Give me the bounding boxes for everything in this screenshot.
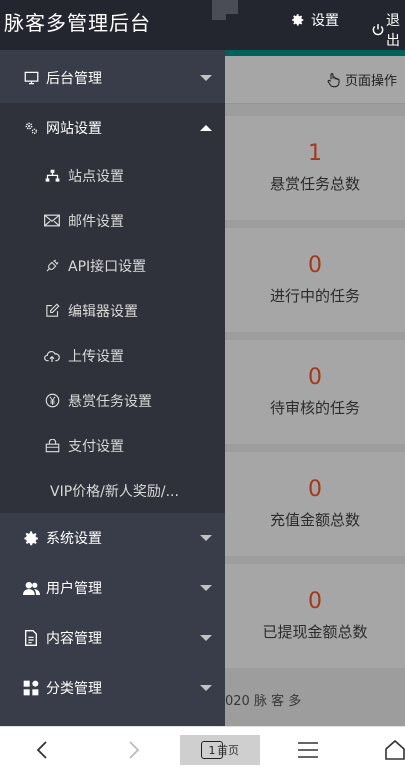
- submenu-item-site-settings[interactable]: 站点设置: [0, 153, 225, 198]
- plug-icon: [44, 258, 60, 274]
- submenu-item-editor-settings[interactable]: 编辑器设置: [0, 288, 225, 333]
- stat-value: 0: [308, 253, 322, 278]
- submenu-item-label: VIP价格/新人奖励/...: [50, 483, 179, 500]
- cloud-upload-icon: [44, 348, 60, 364]
- menu-button[interactable]: [295, 735, 321, 765]
- stat-label: 待审核的任务: [269, 399, 360, 417]
- sidebar-item-website-settings[interactable]: 网站设置: [0, 103, 225, 153]
- sidebar-item-label: 用户管理: [46, 581, 102, 597]
- sidebar-item-category-management[interactable]: 分类管理: [0, 663, 225, 713]
- gear-icon: [290, 12, 306, 28]
- document-icon: [22, 629, 40, 647]
- header-decoration: [212, 0, 238, 14]
- caret-down-icon: [200, 635, 212, 641]
- hand-pointer-icon: [327, 72, 340, 87]
- sidebar-item-label: 内容管理: [46, 631, 102, 647]
- gears-icon: [22, 119, 40, 137]
- sidebar-item-label: 网站设置: [46, 121, 102, 137]
- bag-icon: [44, 438, 60, 454]
- stat-card: 0 进行中的任务: [225, 228, 405, 332]
- submenu-item-label: API接口设置: [68, 258, 147, 275]
- mail-icon: [44, 213, 60, 229]
- top-header: 脉客多管理后台 设置 退出: [0, 0, 405, 50]
- chevron-right-icon: [129, 741, 140, 759]
- hamburger-icon: [298, 742, 318, 758]
- logout-label: 退出: [386, 13, 400, 49]
- forward-button[interactable]: [122, 735, 146, 765]
- caret-up-icon: [200, 125, 212, 131]
- apps-icon: [22, 679, 40, 697]
- submenu-item-mail-settings[interactable]: 邮件设置: [0, 198, 225, 243]
- sidebar: 后台管理 网站设置 站点设置 邮件设置 API接口设置 编辑器设置 上传设置 悬…: [0, 50, 225, 726]
- submenu-item-bounty-settings[interactable]: 悬赏任务设置: [0, 378, 225, 423]
- caret-down-icon: [200, 685, 212, 691]
- users-icon: [22, 579, 40, 597]
- sidebar-item-label: 后台管理: [46, 71, 102, 87]
- caret-down-icon: [200, 535, 212, 541]
- logout-nav[interactable]: 退出: [371, 10, 405, 50]
- stat-card: 0 已提现金额总数: [225, 564, 405, 668]
- submenu-item-payment-settings[interactable]: 支付设置: [0, 423, 225, 468]
- page-operations-label: 页面操作: [344, 74, 397, 89]
- caret-down-icon: [200, 585, 212, 591]
- stat-value: 0: [308, 365, 322, 390]
- page-operations-button[interactable]: 页面操作: [325, 70, 397, 89]
- submenu-item-label: 上传设置: [68, 348, 124, 365]
- yen-icon: [44, 393, 60, 409]
- sidebar-item-system-settings[interactable]: 系统设置: [0, 513, 225, 563]
- home-button[interactable]: [383, 735, 405, 765]
- gear-icon: [22, 529, 40, 547]
- stat-label: 进行中的任务: [269, 287, 360, 305]
- edit-icon: [44, 303, 60, 319]
- stat-label: 充值金额总数: [269, 511, 360, 529]
- stat-card: 0 待审核的任务: [225, 340, 405, 444]
- home-icon: [385, 739, 405, 760]
- submenu-item-label: 支付设置: [68, 438, 124, 455]
- submenu-item-label: 编辑器设置: [68, 303, 138, 320]
- app-title[interactable]: 脉客多管理后台: [4, 7, 151, 36]
- monitor-icon: [22, 69, 40, 87]
- back-button[interactable]: [30, 735, 54, 765]
- sidebar-item-label: 分类管理: [46, 681, 102, 697]
- browser-bottom-bar: 1 首页: [0, 726, 405, 773]
- header-decoration-2: [212, 14, 226, 20]
- caret-down-icon: [200, 75, 212, 81]
- footer-copyright: 020 脉 客 多: [225, 694, 302, 709]
- stat-value: 1: [308, 141, 322, 166]
- sidebar-item-label: 系统设置: [46, 531, 102, 547]
- settings-label: 设置: [311, 13, 339, 29]
- stat-label: 已提现金额总数: [262, 623, 368, 641]
- sitemap-icon: [44, 168, 60, 184]
- submenu-item-label: 悬赏任务设置: [68, 393, 152, 410]
- tabs-button[interactable]: 1 首页: [180, 735, 260, 765]
- page-toolbar: 页面操作: [225, 56, 405, 104]
- submenu-item-label: 站点设置: [68, 168, 124, 185]
- stat-card: 1 悬赏任务总数: [225, 116, 405, 220]
- stat-value: 0: [308, 477, 322, 502]
- sidebar-item-backend[interactable]: 后台管理: [0, 53, 225, 103]
- tab-label: 首页: [217, 744, 239, 757]
- main-content: 页面操作 1 悬赏任务总数 0 进行中的任务 0 待审核的任务 0 充值金额总数…: [225, 50, 405, 726]
- sidebar-item-user-management[interactable]: 用户管理: [0, 563, 225, 613]
- submenu-item-vip-settings[interactable]: VIP价格/新人奖励/...: [0, 468, 225, 513]
- submenu-item-api-settings[interactable]: API接口设置: [0, 243, 225, 288]
- power-icon: [371, 22, 385, 38]
- settings-nav[interactable]: 设置: [290, 10, 339, 30]
- chevron-left-icon: [36, 741, 47, 759]
- stat-card: 0 充值金额总数: [225, 452, 405, 556]
- stat-value: 0: [308, 589, 322, 614]
- stat-label: 悬赏任务总数: [269, 175, 360, 193]
- sidebar-item-content-management[interactable]: 内容管理: [0, 613, 225, 663]
- submenu-item-label: 邮件设置: [68, 213, 124, 230]
- submenu-item-upload-settings[interactable]: 上传设置: [0, 333, 225, 378]
